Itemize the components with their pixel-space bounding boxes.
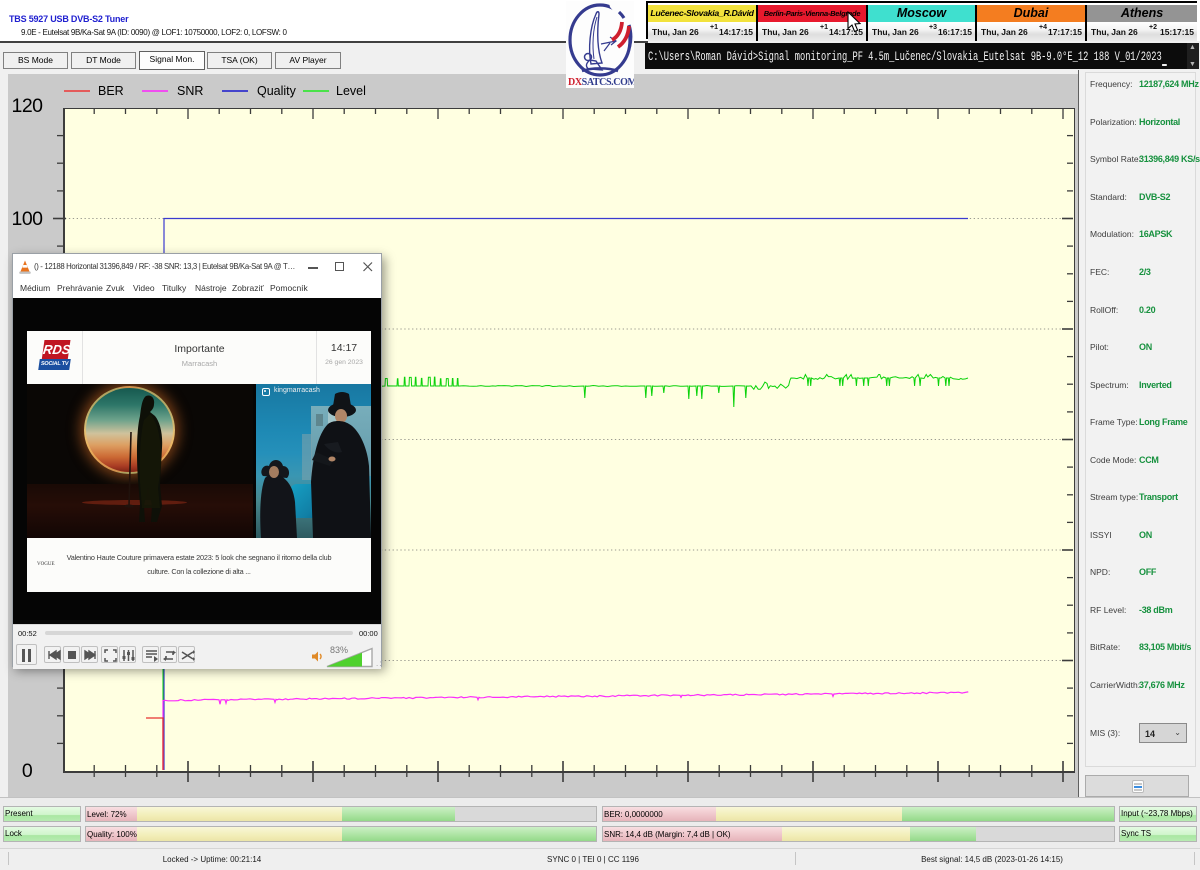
svg-text:DXSATCS.COM: DXSATCS.COM bbox=[568, 77, 634, 88]
